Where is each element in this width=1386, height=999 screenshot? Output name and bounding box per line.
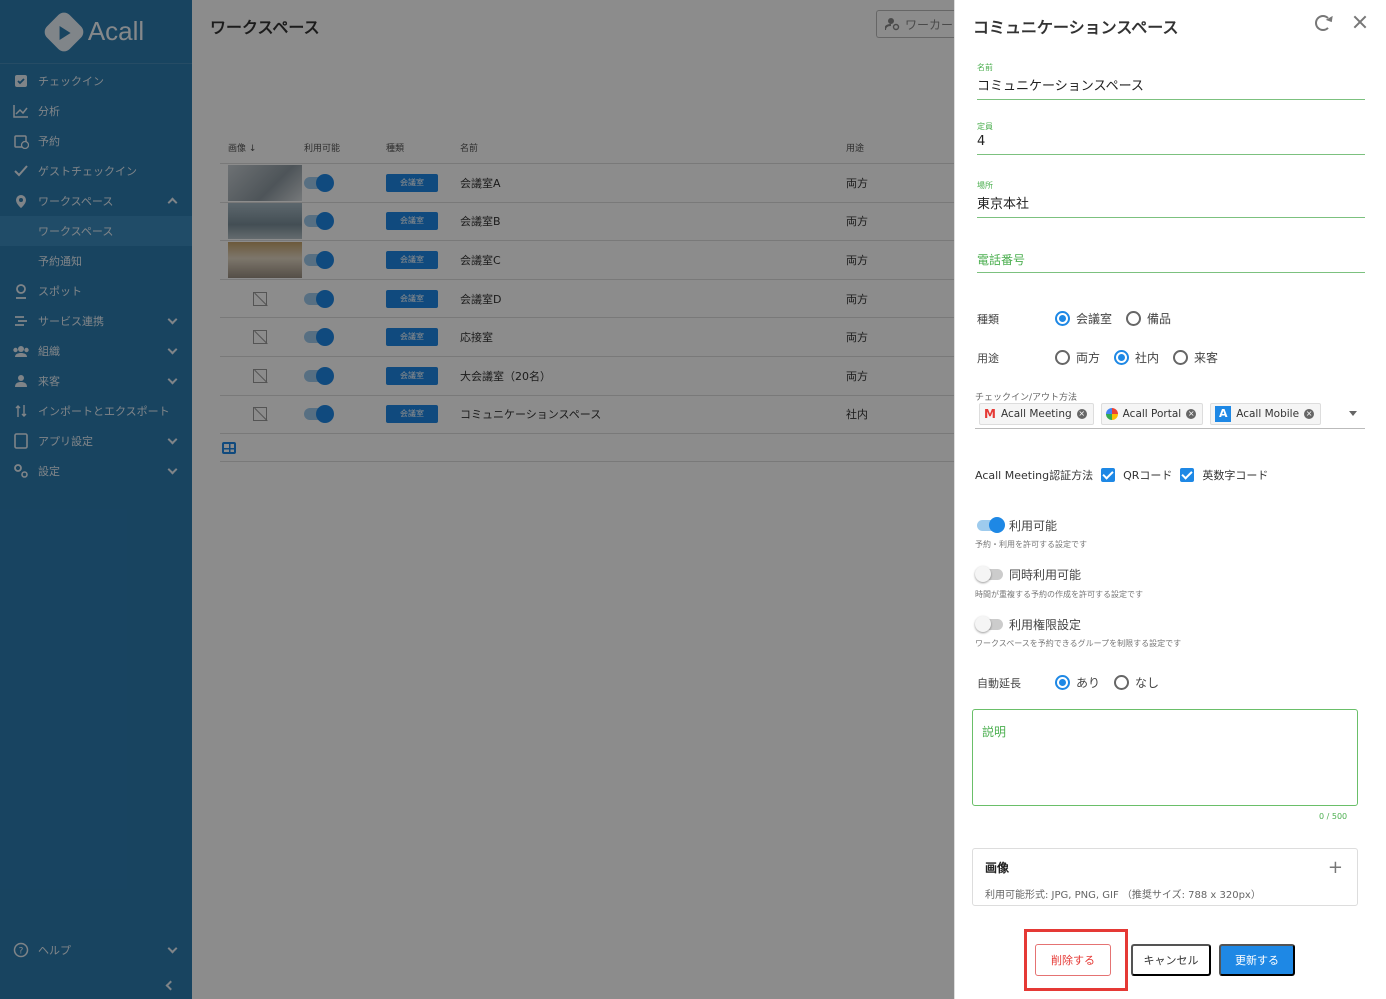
usage-option-both[interactable]: 両方 (1055, 349, 1100, 366)
tag-acall-portal: Acall Portal × (1100, 402, 1204, 425)
type-option-equipment[interactable]: 備品 (1126, 310, 1171, 327)
tag-acall-meeting: M Acall Meeting × (979, 402, 1094, 425)
radio-unchecked-icon (1126, 311, 1142, 326)
auto-extend-option-yes[interactable]: あり (1055, 674, 1100, 691)
radio-unchecked-icon (1173, 350, 1189, 365)
available-description: 予約・利用を許可する設定です (975, 540, 1087, 549)
close-icon[interactable] (1351, 13, 1369, 31)
available-switch-row: 利用可能 (977, 517, 1057, 534)
usage-option-visitor[interactable]: 来客 (1173, 349, 1218, 366)
plus-icon[interactable]: + (1328, 857, 1343, 878)
modal-overlay[interactable] (0, 0, 954, 999)
delete-button[interactable]: 削除する (1035, 944, 1111, 976)
acall-mobile-logo-icon: A (1215, 405, 1232, 422)
permission-description: ワークスペースを予約できるグループを制限する設定です (975, 639, 1182, 648)
capacity-field[interactable]: 定員 4 (977, 121, 1365, 155)
capacity-value: 4 (977, 134, 986, 149)
radio-checked-icon (1055, 311, 1070, 326)
acall-meeting-logo-icon: M (984, 406, 996, 421)
checkbox-qr-code[interactable] (1101, 468, 1116, 482)
radio-unchecked-icon (1114, 675, 1130, 690)
remove-tag-icon[interactable]: × (1186, 408, 1197, 419)
capacity-label: 定員 (977, 122, 993, 131)
checkbox-alphanumeric-code[interactable] (1180, 468, 1195, 482)
remove-tag-icon[interactable]: × (1076, 408, 1087, 419)
description-textarea[interactable]: 説明 (972, 709, 1358, 806)
auth-qr-label: QRコード (1123, 469, 1173, 482)
type-radio-group: 会議室 備品 (1055, 310, 1171, 327)
usage-option-internal[interactable]: 社内 (1114, 349, 1159, 366)
panel-title: コミュニケーションスペース (973, 18, 1179, 37)
auto-extend-option-no[interactable]: なし (1114, 674, 1159, 691)
auth-alnum-label: 英数字コード (1202, 469, 1269, 482)
available-switch-label: 利用可能 (1009, 519, 1058, 533)
refresh-icon[interactable] (1315, 15, 1331, 31)
usage-radio-group: 両方 社内 来客 (1055, 349, 1218, 366)
auto-extend-label: 自動延長 (977, 677, 1021, 690)
radio-checked-icon (1114, 350, 1130, 365)
edit-panel: コミュニケーションスペース 名前 コミュニケーションスペース 定員 4 場所 東… (954, 0, 1386, 999)
permission-switch-label: 利用権限設定 (1009, 618, 1082, 632)
type-option-meeting-room[interactable]: 会議室 (1055, 310, 1112, 327)
auth-method-label: Acall Meeting認証方法 (975, 469, 1094, 482)
phone-field[interactable]: 電話番号 (977, 249, 1365, 273)
dropdown-arrow-icon[interactable] (1349, 411, 1357, 416)
name-field[interactable]: 名前 コミュニケーションスペース (977, 62, 1365, 100)
type-label: 種類 (977, 313, 999, 326)
available-switch[interactable] (977, 517, 1005, 533)
name-label: 名前 (977, 63, 993, 72)
update-button[interactable]: 更新する (1219, 944, 1295, 976)
concurrent-switch[interactable] (975, 566, 1003, 582)
location-value: 東京本社 (977, 197, 1030, 212)
concurrent-switch-row: 同時利用可能 (975, 566, 1082, 583)
tag-acall-mobile: A Acall Mobile × (1210, 402, 1322, 425)
image-section-title: 画像 (985, 861, 1010, 875)
permission-switch[interactable] (975, 616, 1003, 632)
name-value: コミュニケーションスペース (977, 79, 1144, 94)
auth-method-row: Acall Meeting認証方法 QRコード 英数字コード (975, 467, 1268, 483)
location-field[interactable]: 場所 東京本社 (977, 180, 1365, 218)
radio-checked-icon (1055, 675, 1070, 690)
radio-unchecked-icon (1055, 350, 1070, 365)
image-upload-section[interactable]: 画像 利用可能形式: JPG, PNG, GIF （推奨サイズ: 788 x 3… (972, 848, 1358, 906)
permission-switch-row: 利用権限設定 (975, 616, 1082, 633)
acall-portal-logo-icon (1105, 407, 1118, 420)
description-counter: 0 / 500 (1319, 812, 1348, 821)
concurrent-description: 時間が重複する予約の作成を許可する設定です (975, 590, 1143, 599)
cancel-button[interactable]: キャンセル (1131, 944, 1211, 976)
phone-label: 電話番号 (977, 253, 1026, 267)
concurrent-switch-label: 同時利用可能 (1009, 568, 1082, 582)
image-section-description: 利用可能形式: JPG, PNG, GIF （推奨サイズ: 788 x 320p… (985, 890, 1261, 901)
auto-extend-radio-group: あり なし (1055, 674, 1159, 691)
remove-tag-icon[interactable]: × (1304, 408, 1315, 419)
checkin-method-select[interactable]: M Acall Meeting × Acall Portal × A Acall Mob… (975, 399, 1365, 429)
usage-label: 用途 (977, 352, 999, 365)
location-label: 場所 (977, 181, 993, 190)
description-label: 説明 (982, 725, 1007, 739)
